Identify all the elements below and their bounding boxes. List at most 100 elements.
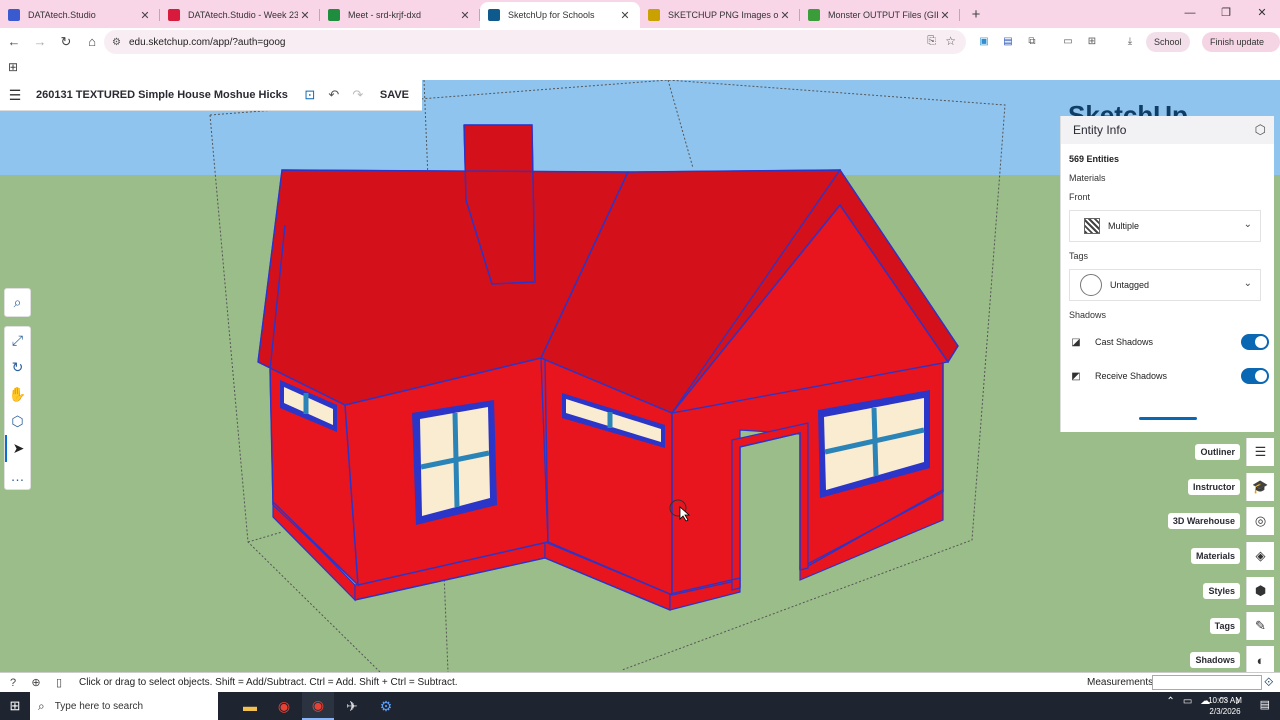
- zoom-icon[interactable]: ⤢: [5, 327, 30, 354]
- tray-item-shadows[interactable]: Shadows ◐: [1160, 646, 1274, 675]
- taskbar-clock[interactable]: 10:03 AM 2/3/2026: [1195, 695, 1255, 717]
- tab-search-icon[interactable]: ⊞: [1082, 32, 1102, 52]
- extension-icon[interactable]: ▣: [974, 32, 994, 52]
- cast-shadows-toggle[interactable]: [1241, 334, 1269, 350]
- save-button[interactable]: SAVE: [380, 89, 409, 101]
- tab-favicon-icon: [168, 9, 180, 21]
- browser-tab[interactable]: Monster OUTPUT Files (GIF and✕: [800, 2, 960, 28]
- home-icon[interactable]: ⌂: [80, 30, 104, 54]
- entity-count: 569 Entities: [1069, 154, 1120, 164]
- tab-close-icon[interactable]: ✕: [458, 9, 472, 22]
- cast-shadows-row: ◪ Cast Shadows: [1069, 330, 1269, 354]
- taskbar-search[interactable]: ⌕ Type here to search: [30, 692, 218, 720]
- receive-shadows-label: Receive Shadows: [1095, 371, 1168, 381]
- chrome-icon[interactable]: ◉: [268, 692, 300, 720]
- search-palette: ⌕: [4, 288, 31, 317]
- warehouse-icon[interactable]: ◎: [1246, 507, 1274, 536]
- hamburger-menu-icon[interactable]: ☰: [0, 87, 30, 104]
- browser-tab[interactable]: DATAtech.Studio ✕: [0, 2, 160, 28]
- profile-chip[interactable]: School: [1146, 32, 1190, 52]
- tray-item-tags[interactable]: Tags ✎: [1160, 611, 1274, 640]
- tab-close-icon[interactable]: ✕: [618, 9, 632, 22]
- mouse-icon[interactable]: ▯: [49, 676, 69, 689]
- restore-button[interactable]: ❐: [1208, 0, 1244, 28]
- entity-info-icon[interactable]: ⬡: [1255, 122, 1266, 138]
- window-controls: — ❐ ✕: [1172, 0, 1280, 28]
- finish-update-button[interactable]: Finish update ⋮: [1202, 32, 1280, 67]
- reload-icon[interactable]: ↻: [54, 30, 78, 54]
- outliner-icon[interactable]: ☰: [1246, 438, 1274, 466]
- close-window-button[interactable]: ✕: [1244, 0, 1280, 28]
- browser-tab[interactable]: SketchUp for Schools ✕: [480, 2, 640, 28]
- pan-icon[interactable]: ✋: [5, 381, 30, 408]
- notifications-icon[interactable]: ▤: [1260, 698, 1270, 711]
- chevron-up-icon[interactable]: ⌃: [1166, 696, 1174, 707]
- install-app-icon[interactable]: ⎘: [927, 35, 936, 48]
- tags-icon[interactable]: ✎: [1246, 611, 1274, 640]
- help-icon[interactable]: ?: [3, 677, 23, 689]
- puzzle-icon[interactable]: ⧉: [1022, 32, 1042, 52]
- cursor-icon[interactable]: ➤: [5, 435, 30, 462]
- minimize-button[interactable]: —: [1172, 0, 1208, 28]
- styles-icon[interactable]: ⬢: [1246, 576, 1274, 605]
- entity-info-panel: Entity Info ⬡ 569 Entities Materials Fro…: [1060, 116, 1274, 432]
- tray-item-label: Materials: [1190, 548, 1240, 565]
- back-icon[interactable]: ←: [2, 30, 26, 54]
- tab-title: Monster OUTPUT Files (GIF and: [828, 10, 938, 20]
- tray-item-styles[interactable]: Styles ⬢: [1160, 576, 1274, 605]
- tab-title: Meet - srd-krjf-dxd: [348, 10, 422, 20]
- new-tab-button[interactable]: +: [964, 4, 988, 28]
- model-title: 260131 TEXTURED Simple House Moshue Hick…: [36, 89, 288, 101]
- battery-icon[interactable]: ▭: [1183, 696, 1192, 707]
- undo-icon[interactable]: ↶: [322, 87, 346, 103]
- chrome-active-icon[interactable]: ◉: [302, 692, 334, 720]
- tab-title: SketchUp for Schools: [508, 10, 595, 20]
- cast-icon[interactable]: ▭: [1058, 32, 1078, 52]
- materials-icon[interactable]: ◈: [1246, 542, 1274, 571]
- search-icon[interactable]: ⌕: [5, 289, 30, 316]
- measurements-input[interactable]: [1152, 675, 1262, 690]
- tab-close-icon[interactable]: ✕: [938, 9, 952, 22]
- house-model[interactable]: [257, 124, 959, 611]
- globe-icon[interactable]: ⊕: [26, 676, 46, 689]
- download-icon[interactable]: ⤓: [1120, 32, 1140, 52]
- app-icon[interactable]: ✈: [336, 692, 368, 720]
- tray-item-materials[interactable]: Materials ◈: [1160, 542, 1274, 571]
- more-icon[interactable]: …: [5, 462, 30, 489]
- redo-icon[interactable]: ↷: [346, 87, 370, 103]
- tab-close-icon[interactable]: ✕: [138, 9, 152, 22]
- window-front-left[interactable]: [412, 400, 497, 525]
- tray-item-instructor[interactable]: Instructor 🎓: [1160, 472, 1274, 501]
- bookmark-star-icon[interactable]: ☆: [945, 34, 956, 48]
- forward-icon[interactable]: →: [28, 30, 52, 54]
- walk-icon[interactable]: ⬡: [5, 408, 30, 435]
- url-text: edu.sketchup.com/app/?auth=goog: [128, 36, 286, 48]
- receive-shadows-toggle[interactable]: [1241, 368, 1269, 384]
- browser-tab[interactable]: DATAtech.Studio - Week 23 ✕: [160, 2, 320, 28]
- tray-item-label: 3D Warehouse: [1167, 513, 1240, 530]
- front-material-select[interactable]: Multiple ⌄: [1069, 210, 1261, 242]
- tags-select[interactable]: Untagged ⌄: [1069, 269, 1261, 301]
- tray-item-outliner[interactable]: Outliner ☰: [1160, 438, 1274, 466]
- scenes-icon[interactable]: ⊡: [298, 87, 322, 103]
- apps-grid-icon[interactable]: ⊞: [8, 60, 18, 74]
- panel-scrollbar[interactable]: [1139, 417, 1197, 420]
- tab-close-icon[interactable]: ✕: [298, 9, 312, 22]
- file-explorer-icon[interactable]: ▬: [234, 692, 266, 720]
- address-bar[interactable]: ⚙ edu.sketchup.com/app/?auth=goog ⎘ ☆: [104, 30, 966, 54]
- sketchup-mark-icon: ⟐: [1264, 675, 1274, 689]
- instructor-icon[interactable]: 🎓: [1246, 472, 1274, 501]
- tags-value: Untagged: [1110, 280, 1150, 290]
- windows-start-icon[interactable]: ⊞: [0, 698, 30, 714]
- browser-tab[interactable]: Meet - srd-krjf-dxd ✕: [320, 2, 480, 28]
- tray-item-3d-warehouse[interactable]: 3D Warehouse ◎: [1160, 507, 1274, 536]
- extension-icon[interactable]: ▤: [998, 32, 1018, 52]
- browser-tab[interactable]: SKETCHUP PNG Images of Pain✕: [640, 2, 800, 28]
- windows-taskbar: ⊞ ⌕ Type here to search ▬ ◉ ◉ ✈ ⚙ ⌃ ▭ ☁ …: [0, 692, 1280, 720]
- settings-app-icon[interactable]: ⚙: [370, 692, 402, 720]
- shadows-icon[interactable]: ◐: [1246, 646, 1274, 675]
- site-info-icon[interactable]: ⚙: [112, 37, 121, 48]
- orbit-icon[interactable]: ↻: [5, 354, 30, 381]
- tab-close-icon[interactable]: ✕: [778, 9, 792, 22]
- front-label: Front: [1069, 192, 1091, 202]
